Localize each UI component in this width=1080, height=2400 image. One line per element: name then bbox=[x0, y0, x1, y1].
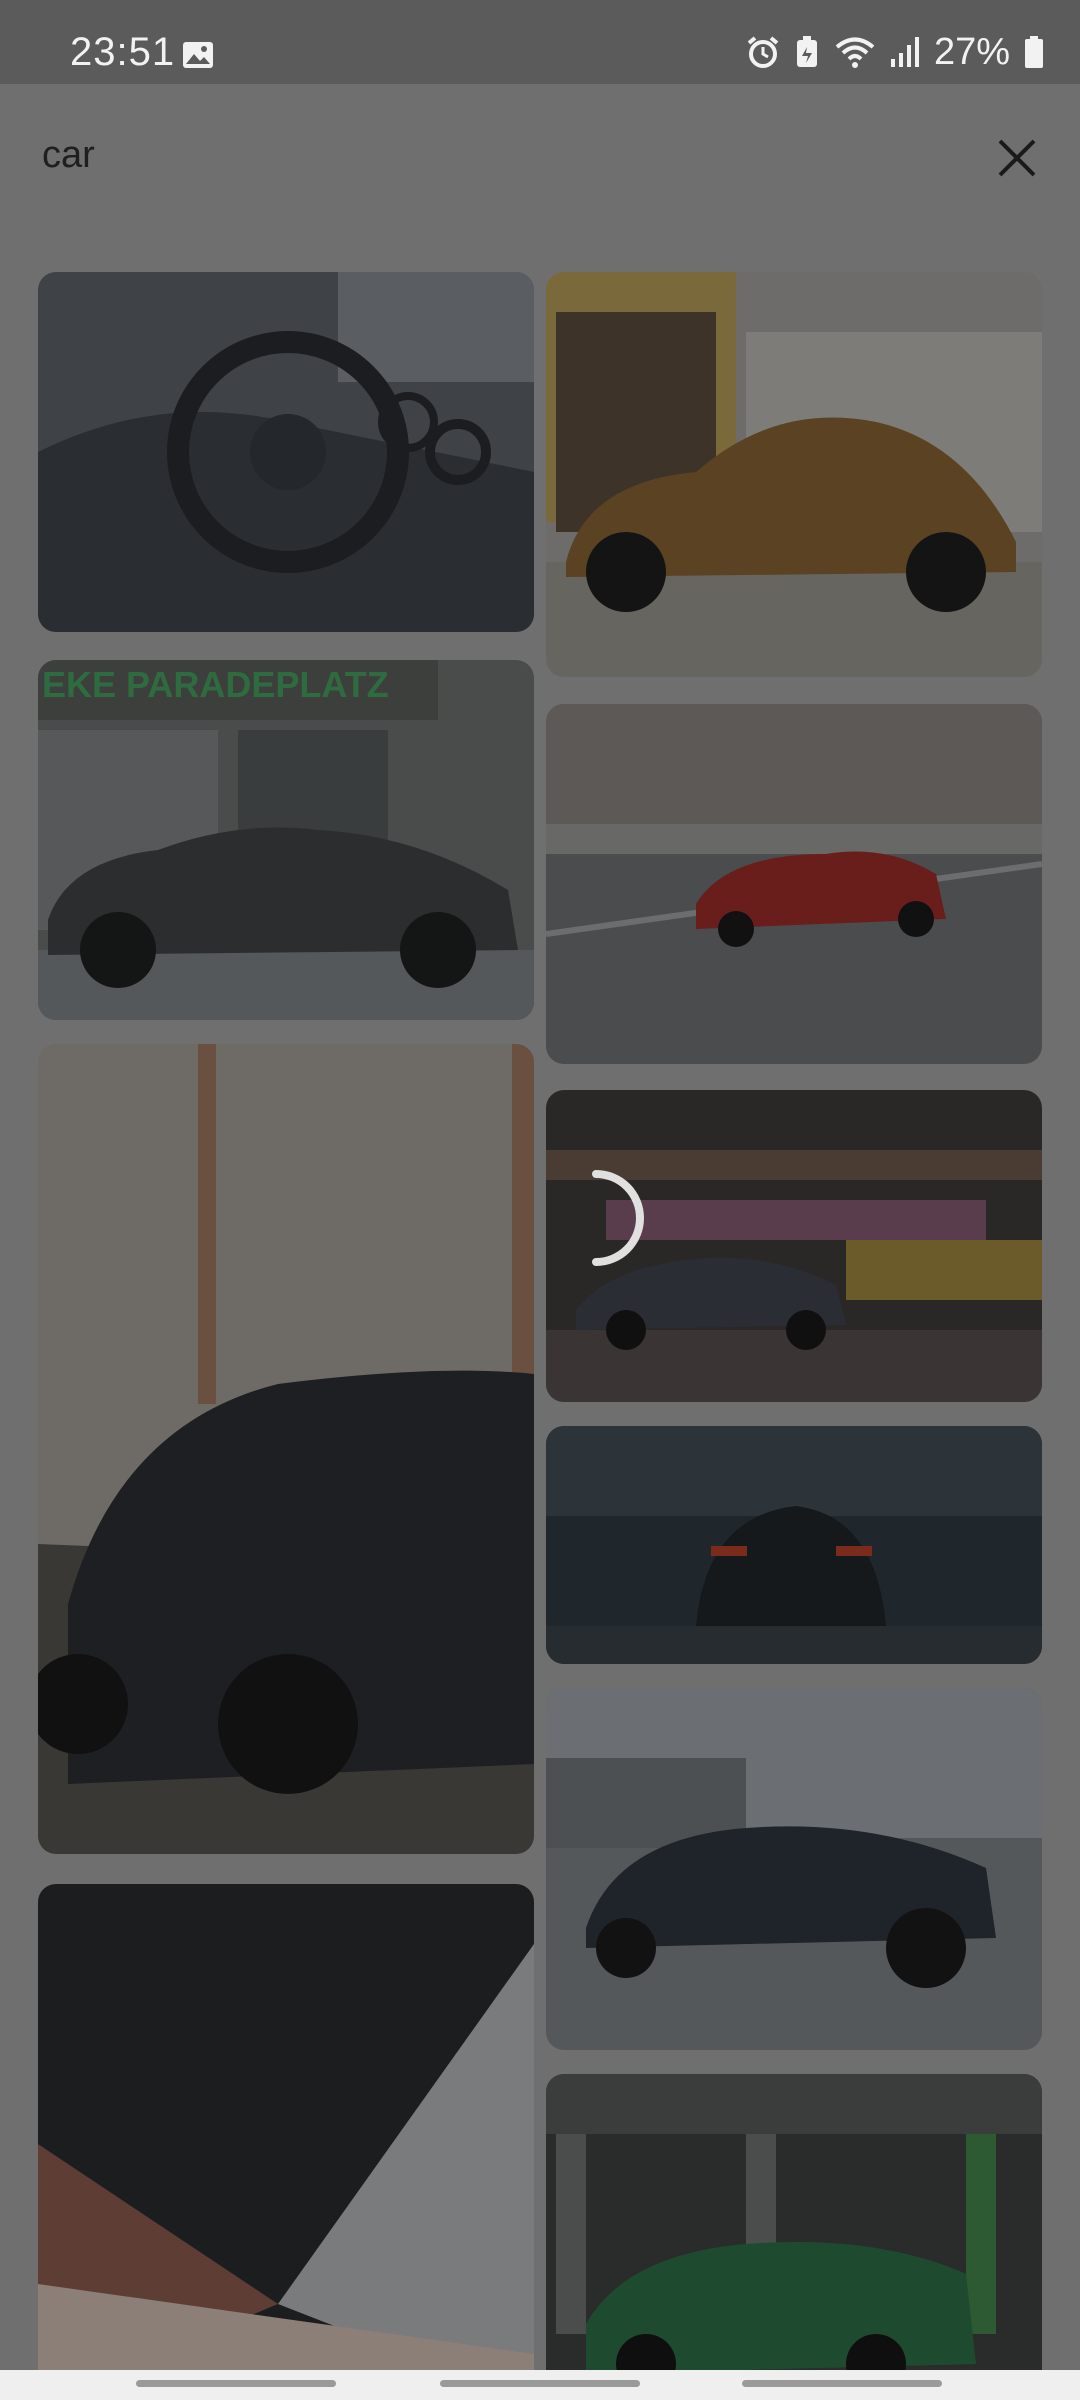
signal-icon bbox=[890, 37, 919, 67]
close-icon[interactable] bbox=[996, 137, 1038, 179]
image-search-overlay: car EKE PARADEPLATZ bbox=[0, 84, 1080, 2370]
result-image-taillights[interactable] bbox=[546, 1426, 1042, 1664]
navigation-bar bbox=[0, 2370, 1080, 2400]
result-image-red-coupe[interactable] bbox=[546, 704, 1042, 1064]
status-bar: 23:51 27% bbox=[0, 0, 1080, 84]
result-image-interior[interactable] bbox=[38, 272, 534, 632]
result-image-beetle[interactable] bbox=[546, 272, 1042, 677]
search-query[interactable]: car bbox=[42, 134, 95, 177]
status-icons: 27% bbox=[746, 30, 1044, 74]
result-image-grey-sports-car[interactable]: EKE PARADEPLATZ bbox=[38, 660, 534, 1020]
alarm-icon bbox=[747, 36, 779, 68]
nav-home-button[interactable] bbox=[440, 2380, 640, 2387]
loading-spinner bbox=[592, 1170, 644, 1266]
nav-back-button[interactable] bbox=[742, 2380, 942, 2387]
result-image-black-sedan[interactable] bbox=[38, 1044, 534, 1854]
result-image-dark-sedan[interactable] bbox=[546, 1688, 1042, 2050]
wifi-icon bbox=[835, 37, 875, 68]
result-image-tunnel[interactable] bbox=[38, 1884, 534, 2370]
nav-recents-button[interactable] bbox=[136, 2380, 336, 2387]
battery-icon bbox=[1025, 36, 1043, 68]
result-image-green-car[interactable] bbox=[546, 2074, 1042, 2370]
status-time: 23:51 bbox=[70, 30, 176, 74]
battery-percent: 27% bbox=[933, 30, 1010, 73]
storefront-sign-text: EKE PARADEPLATZ bbox=[42, 664, 389, 705]
battery-saver-icon bbox=[796, 36, 817, 67]
image-icon bbox=[183, 42, 213, 68]
